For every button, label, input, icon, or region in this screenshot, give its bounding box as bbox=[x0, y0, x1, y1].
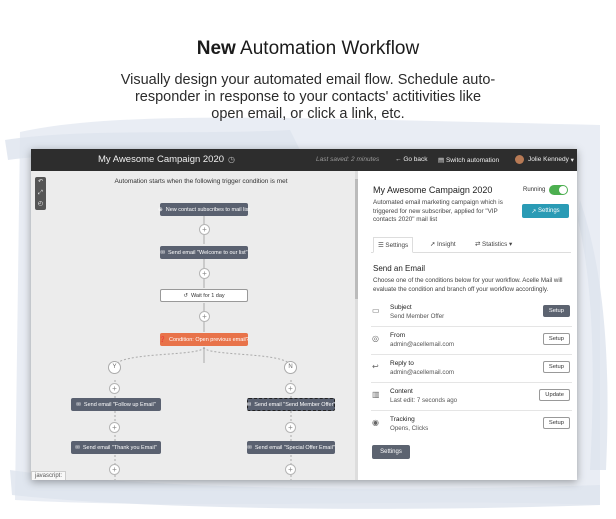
caret-down-icon: ▾ bbox=[570, 156, 574, 164]
wait-node[interactable]: ↺ Wait for 1 day bbox=[160, 289, 248, 302]
condition-node[interactable]: ❓ Condition: Open previous email? bbox=[159, 333, 249, 346]
row-label: From bbox=[390, 332, 406, 339]
email-node-thank-you[interactable]: ✉ Send email "Thank you Email" bbox=[71, 441, 161, 454]
content-update-button[interactable]: Update bbox=[539, 389, 570, 401]
subject-setup-button[interactable]: Setup bbox=[542, 305, 570, 317]
columns-icon: ▥ bbox=[372, 390, 380, 399]
email-icon: ✉ bbox=[246, 401, 252, 408]
campaign-settings-button[interactable]: ↗ Settings bbox=[522, 204, 569, 218]
add-step-button[interactable]: + bbox=[199, 224, 210, 235]
sliders-icon: ☰ bbox=[378, 242, 384, 249]
email-icon: ✉ bbox=[76, 401, 81, 408]
section-title: Send an Email bbox=[373, 264, 426, 273]
target-icon: ◎ bbox=[372, 334, 379, 343]
switch-automation-button[interactable]: ▤ Switch automation bbox=[438, 156, 499, 164]
row-value: admin@acellemail.com bbox=[390, 341, 455, 348]
email-icon: ✉ bbox=[247, 444, 252, 451]
row-from: ◎ From admin@acellemail.com Setup bbox=[371, 327, 572, 355]
pointer-icon: ➚ bbox=[430, 241, 436, 248]
top-bar: My Awesome Campaign 2020 ◷ Last saved: 2 … bbox=[31, 149, 577, 171]
panel-title: My Awesome Campaign 2020 bbox=[373, 185, 493, 195]
hero-subtitle: Visually design your automated email flo… bbox=[120, 72, 496, 122]
statistics-icon: ⇄ bbox=[475, 241, 481, 248]
row-reply-to: ↩ Reply to admin@acellemail.com Setup bbox=[371, 355, 572, 383]
tab-settings[interactable]: ☰ Settings bbox=[373, 237, 414, 253]
arrow-left-icon: ← bbox=[395, 156, 402, 163]
chart-line-icon: ↗ bbox=[531, 208, 537, 215]
email-icon: ✉ bbox=[160, 249, 165, 256]
reply-to-setup-button[interactable]: Setup bbox=[542, 361, 570, 373]
email-node-member-offer[interactable]: ✉ Send email "Send Member Offer" bbox=[247, 398, 335, 411]
row-value: admin@acellemail.com bbox=[390, 369, 455, 376]
tab-statistics[interactable]: ⇄ Statistics ▾ bbox=[471, 237, 516, 253]
running-status: Running bbox=[523, 185, 569, 195]
row-label: Content bbox=[390, 388, 413, 395]
list-icon: ▤ bbox=[438, 157, 445, 164]
undo-icon[interactable]: ↶ bbox=[35, 177, 46, 188]
row-value: Send Member Offer bbox=[390, 313, 445, 320]
email-node-special-offer[interactable]: ✉ Send email "Special Offer Email" bbox=[247, 441, 335, 454]
add-step-button[interactable]: + bbox=[109, 383, 120, 394]
row-content: ▥ Content Last edit: 7 seconds ago Updat… bbox=[371, 383, 572, 411]
question-circle-icon: ❓ bbox=[159, 336, 167, 343]
row-tracking: ◉ Tracking Opens, Clicks Setup bbox=[371, 411, 572, 439]
avatar bbox=[515, 155, 524, 164]
app-window: My Awesome Campaign 2020 ◷ Last saved: 2 … bbox=[31, 149, 577, 480]
reply-icon: ↩ bbox=[372, 362, 379, 371]
workflow-canvas[interactable]: ↶ ⤢ ◴ Automation starts when the followi… bbox=[31, 171, 358, 480]
add-step-button[interactable]: + bbox=[285, 464, 296, 475]
tracking-setup-button[interactable]: Setup bbox=[542, 417, 570, 429]
chat-icon: ▭ bbox=[372, 306, 380, 315]
workflow-connectors bbox=[114, 216, 292, 480]
row-subject: ▭ Subject Send Member Offer Setup bbox=[371, 299, 572, 327]
user-menu[interactable]: Jolie Kennedy ▾ bbox=[515, 155, 574, 164]
status-bar-hint: javascript: bbox=[31, 471, 67, 480]
row-label: Tracking bbox=[390, 416, 415, 423]
row-value: Last edit: 7 seconds ago bbox=[390, 397, 458, 404]
email-icon: ✉ bbox=[75, 444, 80, 451]
caret-down-icon: ▾ bbox=[508, 241, 513, 248]
row-label: Reply to bbox=[390, 360, 414, 367]
canvas-toolbar: ↶ ⤢ ◴ bbox=[35, 177, 46, 210]
last-saved-text: Last saved: 2 minutes bbox=[316, 156, 380, 163]
running-toggle[interactable] bbox=[549, 185, 569, 195]
row-value: Opens, Clicks bbox=[390, 425, 429, 432]
section-description: Choose one of the conditions below for y… bbox=[373, 277, 563, 293]
row-label: Subject bbox=[390, 304, 412, 311]
add-step-button[interactable]: + bbox=[109, 422, 120, 433]
add-step-button[interactable]: + bbox=[285, 422, 296, 433]
from-setup-button[interactable]: Setup bbox=[542, 333, 570, 345]
settings-panel: My Awesome Campaign 2020 Automated email… bbox=[358, 171, 577, 480]
settings-save-button[interactable]: Settings bbox=[372, 445, 410, 459]
fit-icon[interactable]: ⤢ bbox=[35, 188, 46, 199]
clock-icon: ◷ bbox=[228, 155, 236, 164]
plus-circle-icon: ⊕ bbox=[158, 206, 163, 213]
history-icon[interactable]: ◴ bbox=[35, 199, 46, 210]
panel-description: Automated email marketing campaign which… bbox=[373, 199, 503, 223]
add-step-button[interactable]: + bbox=[109, 464, 120, 475]
add-step-button[interactable]: + bbox=[199, 311, 210, 322]
fingerprint-icon: ◉ bbox=[372, 418, 379, 427]
hero-title: New Automation Workflow bbox=[196, 38, 420, 59]
add-step-button[interactable]: + bbox=[285, 383, 296, 394]
branch-yes[interactable]: Y bbox=[108, 361, 121, 374]
branch-no[interactable]: N bbox=[284, 361, 297, 374]
campaign-title: My Awesome Campaign 2020 ◷ bbox=[98, 154, 236, 165]
add-step-button[interactable]: + bbox=[199, 268, 210, 279]
panel-tabs: ☰ Settings ➚ Insight ⇄ Statistics ▾ bbox=[371, 237, 571, 253]
trigger-node[interactable]: ⊕ New contact subscribes to mail list bbox=[158, 203, 250, 216]
email-node-follow-up[interactable]: ✉ Send email "Follow up Email" bbox=[71, 398, 161, 411]
tab-insight[interactable]: ➚ Insight bbox=[426, 237, 460, 253]
go-back-button[interactable]: ← Go back bbox=[395, 156, 428, 163]
history-icon: ↺ bbox=[183, 292, 188, 299]
trigger-description: Automation starts when the following tri… bbox=[114, 178, 288, 185]
email-node-welcome[interactable]: ✉ Send email "Welcome to our list" bbox=[160, 246, 248, 259]
